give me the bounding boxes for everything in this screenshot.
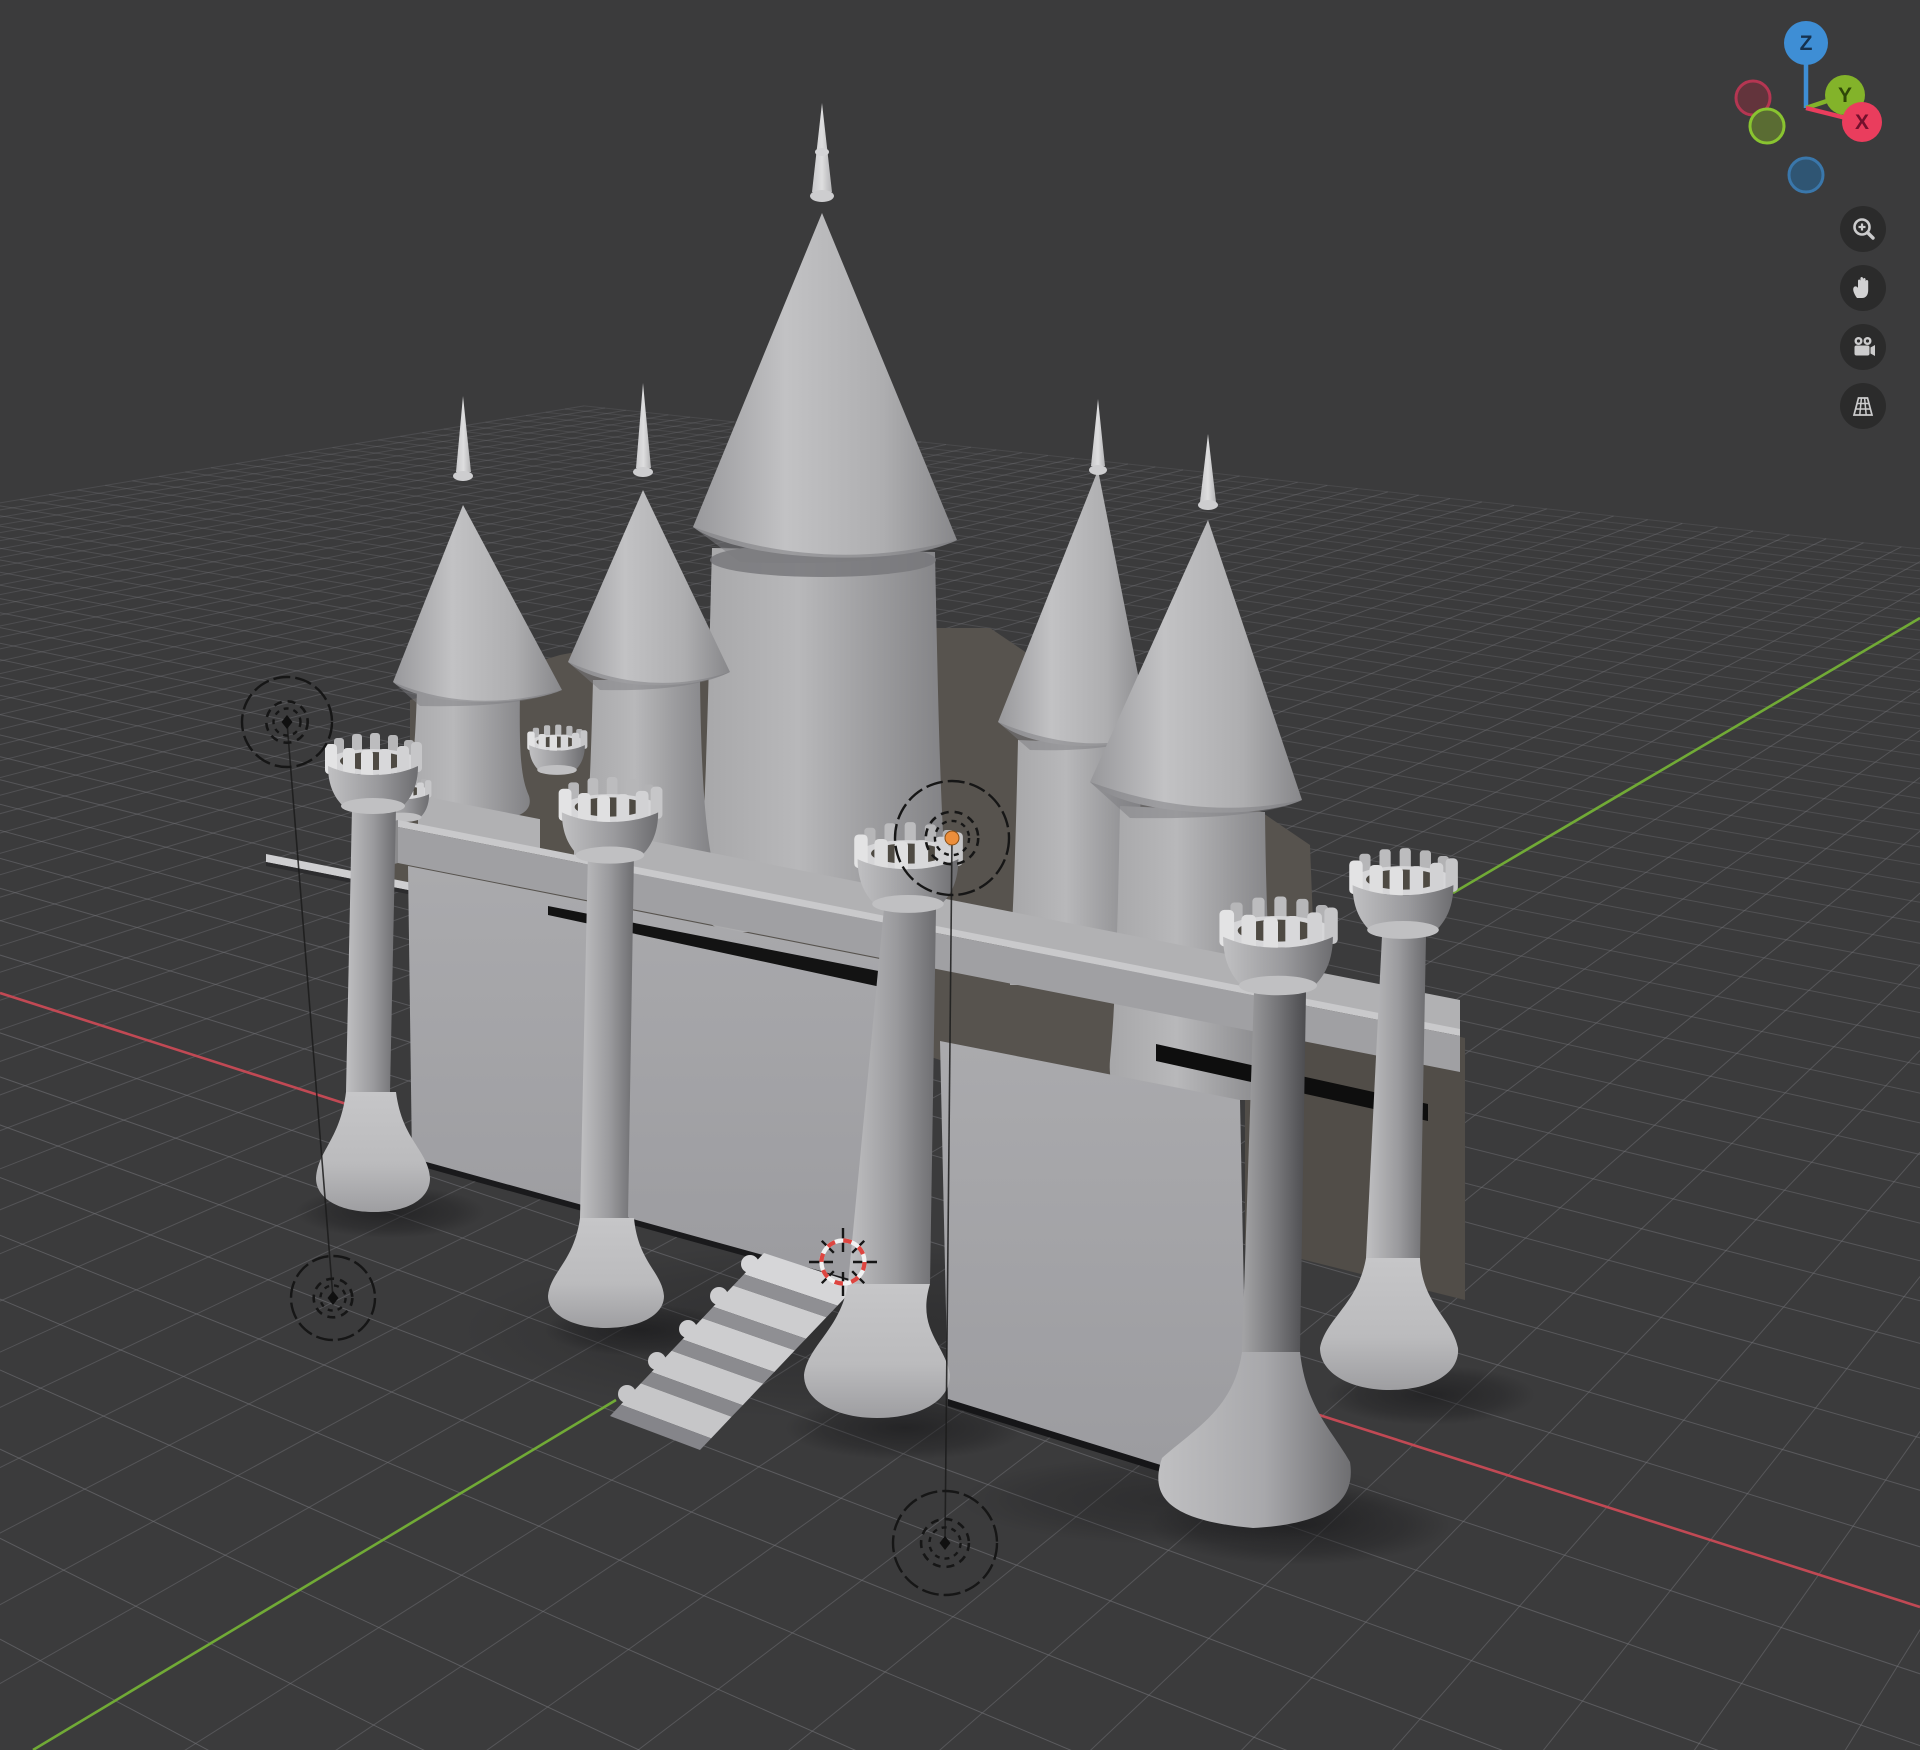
gizmo-axis-x-plus[interactable]: X	[1842, 102, 1882, 142]
viewport-nav-toolbar	[1840, 206, 1892, 429]
camera-view-button[interactable]	[1840, 324, 1886, 370]
gizmo-axis-label: Z	[1800, 32, 1813, 55]
gizmo-axis-y-minus[interactable]	[1750, 109, 1784, 143]
navigation-gizmo[interactable]: Z YX	[1726, 8, 1896, 218]
y-axis-line	[1453, 618, 1920, 893]
hand-icon	[1848, 273, 1878, 303]
blender-3d-viewport[interactable]: Z YX	[0, 0, 1920, 1750]
viewport-canvas[interactable]	[0, 0, 1920, 1750]
movie-camera-icon	[1848, 332, 1878, 362]
pan-button[interactable]	[1840, 265, 1886, 311]
gizmo-axis-z-plus[interactable]: Z	[1784, 21, 1828, 65]
gizmo-axis-label: Y	[1838, 84, 1852, 107]
empty-sphere-object[interactable]	[242, 677, 332, 767]
orthographic-grid-icon	[1848, 391, 1878, 421]
selected-object-origin-dot	[945, 831, 959, 845]
gizmo-axis-z-minus[interactable]	[1789, 158, 1823, 192]
perspective-toggle-button[interactable]	[1840, 383, 1886, 429]
castle-model[interactable]	[266, 103, 1535, 1565]
zoom-button[interactable]	[1840, 206, 1886, 252]
empty-sphere-object[interactable]	[291, 1256, 375, 1340]
gizmo-axis-label: X	[1855, 111, 1869, 134]
magnifier-plus-icon	[1848, 214, 1878, 244]
tower-center	[693, 103, 957, 932]
